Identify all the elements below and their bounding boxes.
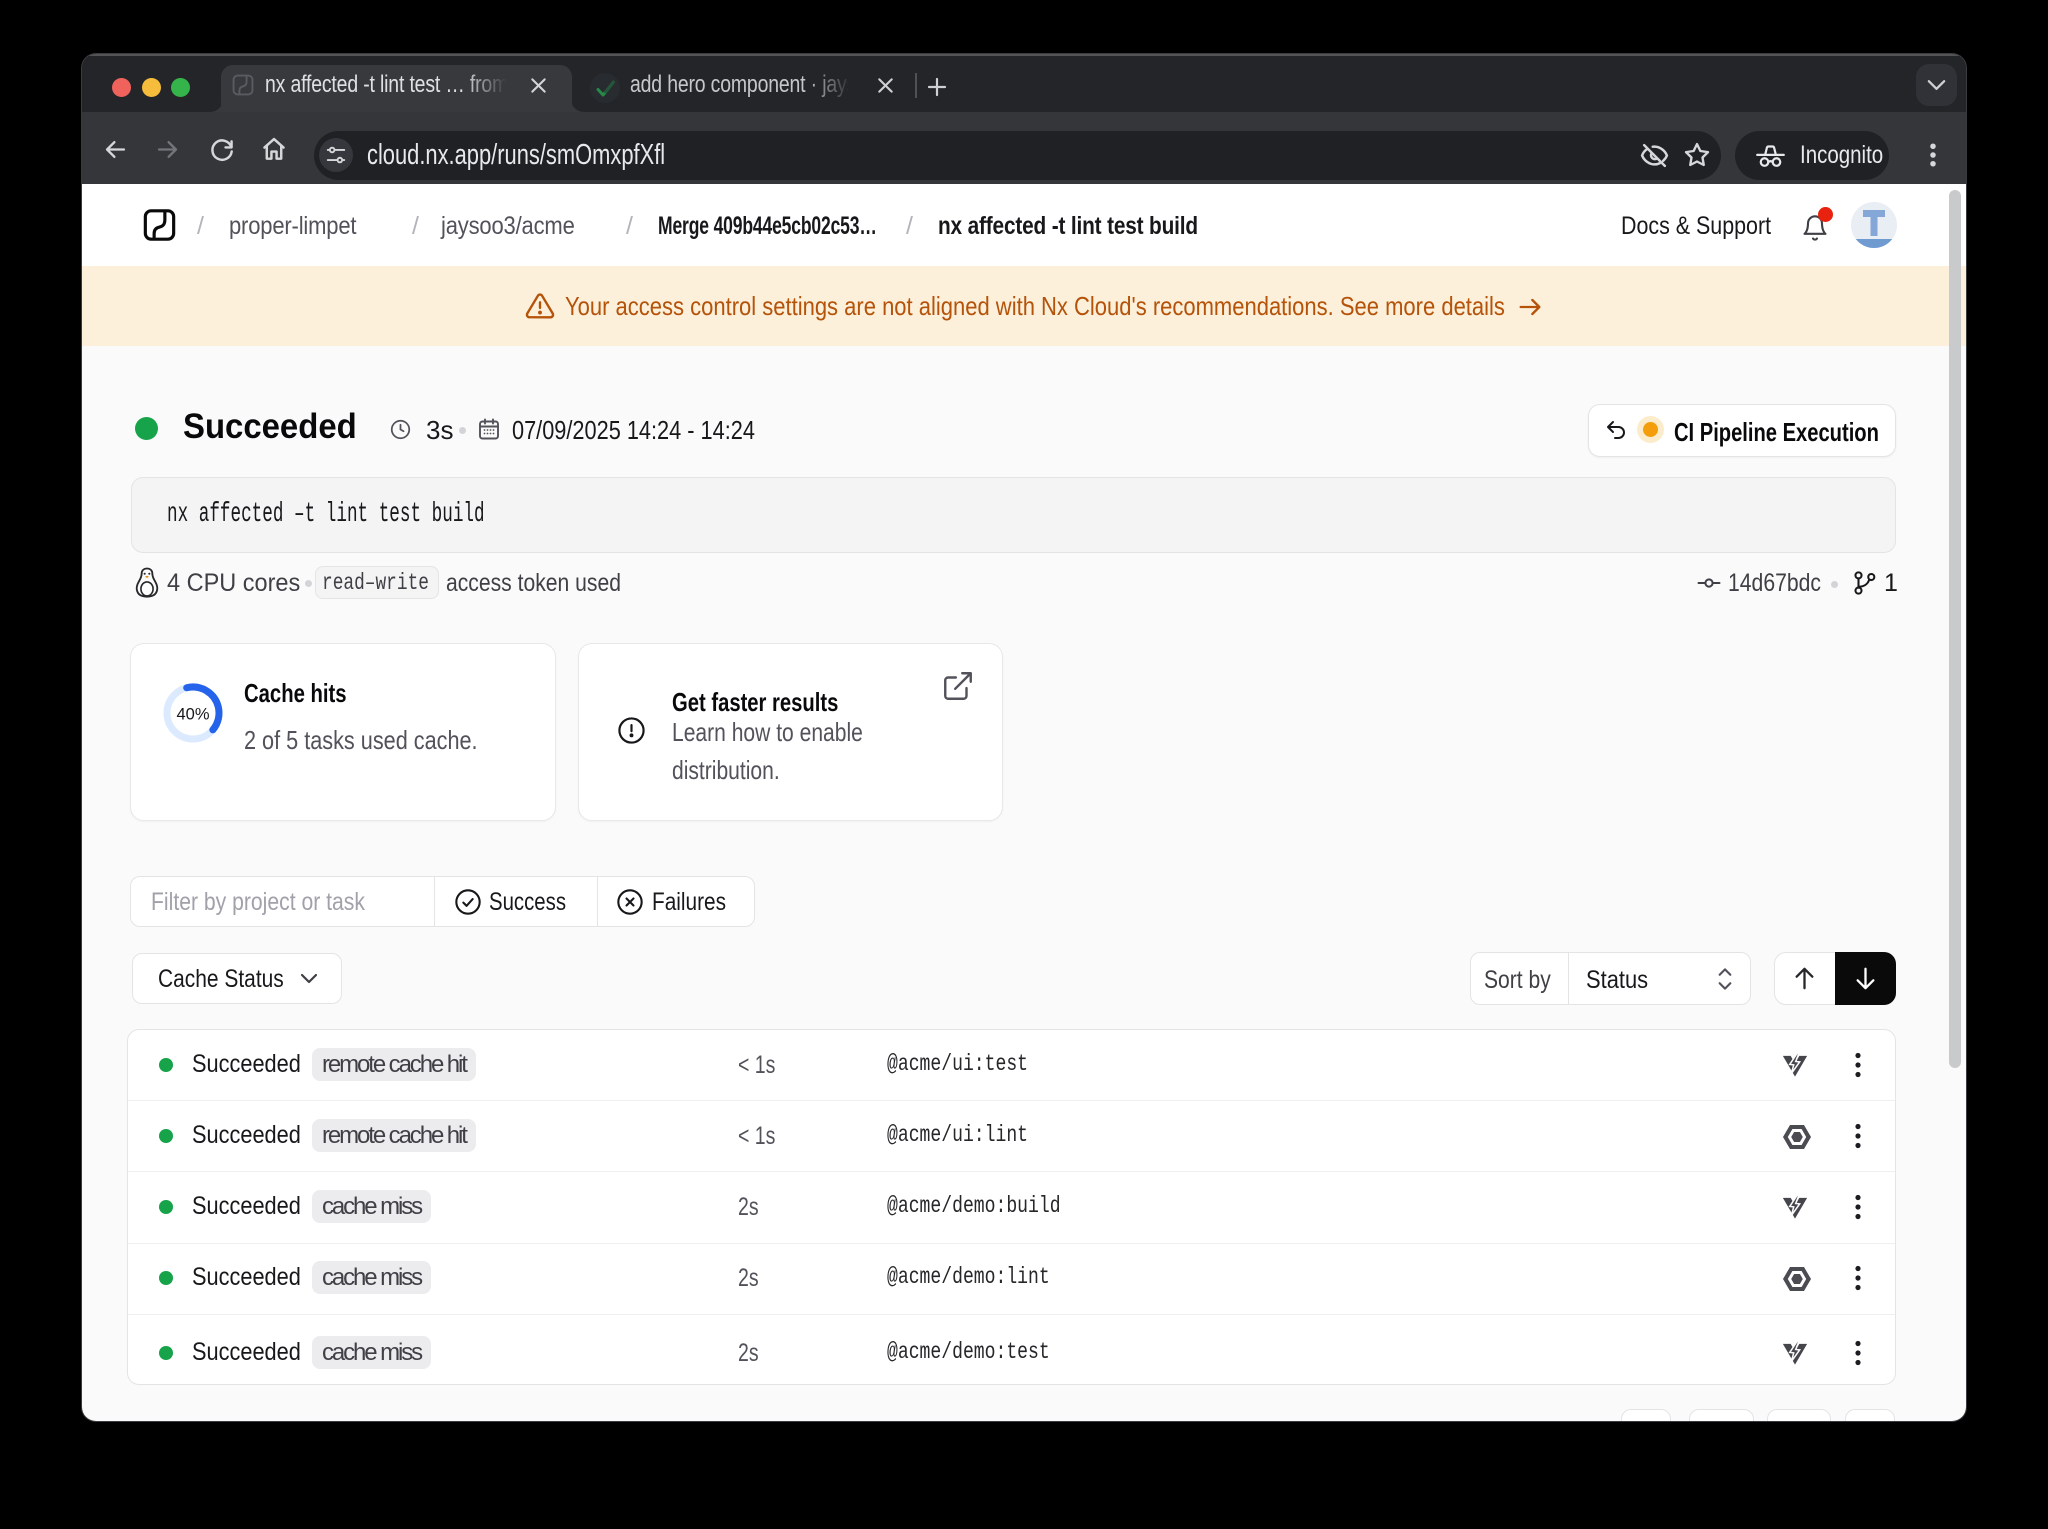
svg-text:40%: 40% [176,706,209,724]
